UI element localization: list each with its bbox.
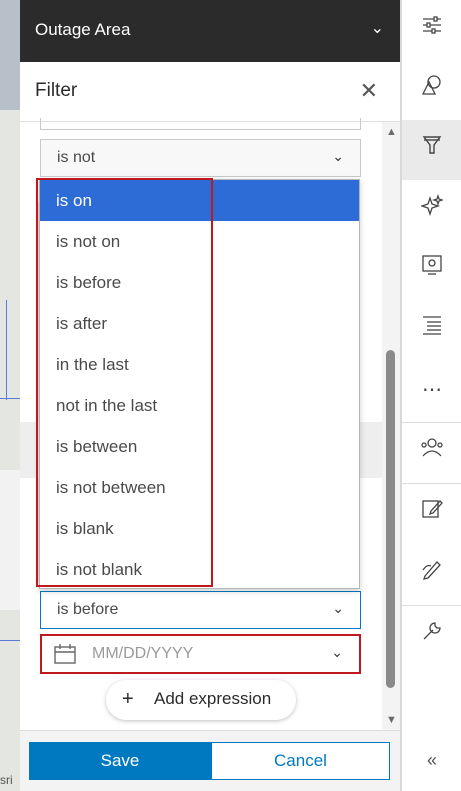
dropdown-option[interactable]: is between bbox=[40, 426, 359, 467]
date-input[interactable]: MM/DD/YYYY ⌄ bbox=[40, 634, 361, 674]
chevron-down-icon[interactable]: ⌄ bbox=[371, 18, 384, 38]
add-expression-label: Add expression bbox=[154, 689, 272, 708]
map-road bbox=[0, 470, 20, 610]
dropdown-option[interactable]: is not blank bbox=[40, 549, 359, 590]
dropdown-option[interactable]: is before bbox=[40, 262, 359, 303]
more-icon[interactable]: ⋯ bbox=[402, 360, 461, 420]
calendar-icon[interactable] bbox=[54, 644, 76, 669]
layer-header[interactable]: Outage Area ⌄ bbox=[20, 0, 400, 62]
close-icon[interactable]: ✕ bbox=[360, 78, 378, 104]
map-attribution: sri bbox=[0, 773, 13, 787]
scroll-down-icon[interactable]: ▼ bbox=[386, 714, 397, 726]
dropdown-option[interactable]: not in the last bbox=[40, 385, 359, 426]
dropdown-option[interactable]: is not between bbox=[40, 467, 359, 508]
edit-icon[interactable] bbox=[402, 484, 461, 544]
map-view[interactable]: sri bbox=[0, 0, 20, 791]
filter-header: Filter ✕ bbox=[20, 62, 400, 122]
save-button[interactable]: Save bbox=[29, 742, 211, 780]
scrollbar[interactable]: ▲ ▼ bbox=[382, 122, 400, 730]
wrench-icon[interactable] bbox=[402, 606, 461, 666]
shapes-icon[interactable] bbox=[402, 60, 461, 120]
scrollbar-thumb[interactable] bbox=[386, 350, 395, 688]
dropdown-option[interactable]: is after bbox=[40, 303, 359, 344]
plus-icon: + bbox=[122, 688, 134, 710]
date-placeholder: MM/DD/YYYY bbox=[92, 645, 194, 662]
map-boundary-line bbox=[0, 640, 20, 641]
date-operator-value: is before bbox=[57, 601, 119, 618]
settings-icon[interactable] bbox=[402, 240, 461, 300]
list-icon[interactable] bbox=[402, 300, 461, 360]
map-boundary-line bbox=[0, 398, 20, 399]
cancel-button[interactable]: Cancel bbox=[211, 742, 390, 780]
filter-footer: Save Cancel bbox=[20, 730, 400, 791]
sliders-icon[interactable] bbox=[402, 0, 461, 60]
operator-select[interactable]: is not ⌄ bbox=[40, 139, 361, 177]
chevron-down-icon: ⌄ bbox=[332, 148, 344, 164]
chevron-down-icon: ⌄ bbox=[332, 600, 344, 616]
add-expression-button[interactable]: + Add expression bbox=[106, 680, 296, 720]
layer-title: Outage Area bbox=[35, 20, 131, 39]
scroll-up-icon[interactable]: ▲ bbox=[386, 126, 397, 138]
dropdown-option[interactable]: is on bbox=[40, 180, 359, 221]
map-water bbox=[0, 0, 20, 110]
dropdown-option[interactable]: is not on bbox=[40, 221, 359, 262]
filter-icon[interactable] bbox=[402, 120, 461, 180]
date-operator-select[interactable]: is before ⌄ bbox=[40, 591, 361, 629]
chevron-down-icon[interactable]: ⌄ bbox=[331, 644, 343, 661]
collapse-icon[interactable]: « bbox=[402, 730, 461, 791]
value-input[interactable] bbox=[40, 118, 361, 130]
sketch-icon[interactable] bbox=[402, 544, 461, 604]
operator-dropdown[interactable]: is on is not on is before is after in th… bbox=[39, 179, 360, 589]
operator-select-value: is not bbox=[57, 149, 96, 166]
filter-title: Filter bbox=[35, 80, 78, 101]
dropdown-option[interactable]: in the last bbox=[40, 344, 359, 385]
map-boundary-line bbox=[6, 300, 7, 400]
dropdown-option[interactable]: is blank bbox=[40, 508, 359, 549]
right-toolbar: ⋯ « bbox=[401, 0, 461, 791]
sparkle-icon[interactable] bbox=[402, 180, 461, 240]
people-icon[interactable] bbox=[402, 422, 461, 482]
